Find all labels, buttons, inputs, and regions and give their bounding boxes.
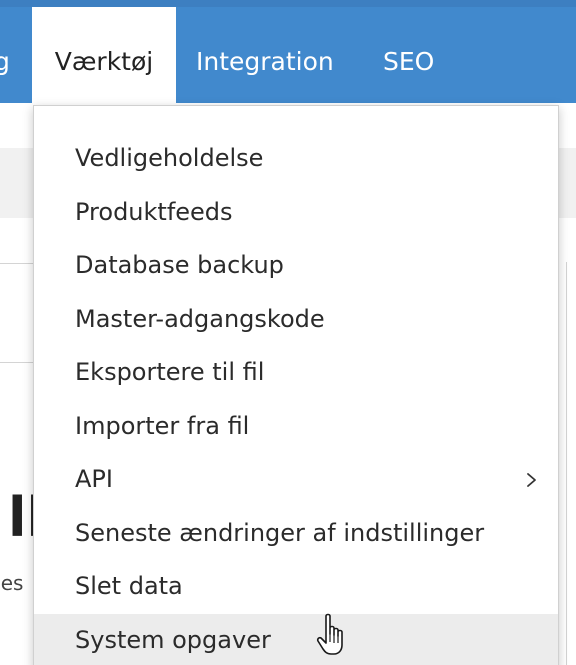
menu-item-label: Eksportere til fil bbox=[75, 358, 265, 386]
menu-item-importer-fra-fil[interactable]: Importer fra fil bbox=[34, 400, 558, 454]
menu-item-master-adgangskode[interactable]: Master-adgangskode bbox=[34, 293, 558, 347]
vaerktoj-dropdown-menu: Vedligeholdelse Produktfeeds Database ba… bbox=[33, 105, 559, 665]
menu-item-api[interactable]: API bbox=[34, 453, 558, 507]
menu-item-label: Master-adgangskode bbox=[75, 304, 325, 333]
nav-item-partial[interactable]: g bbox=[0, 7, 12, 103]
menu-item-vedligeholdelse[interactable]: Vedligeholdelse bbox=[34, 132, 558, 186]
nav-item-vaerktoj[interactable]: Værktøj bbox=[32, 7, 176, 106]
menu-item-system-opgaver[interactable]: System opgaver bbox=[34, 613, 558, 665]
menu-item-label: Slet data bbox=[75, 572, 183, 600]
menu-item-seneste-aendringer[interactable]: Seneste ændringer af indstillinger bbox=[34, 507, 558, 561]
main-navbar: g Værktøj Integration SEO bbox=[0, 7, 576, 106]
nav-item-seo[interactable]: SEO bbox=[383, 7, 434, 103]
menu-item-label: System opgaver bbox=[75, 625, 271, 654]
menu-item-label: Importer fra fil bbox=[75, 411, 250, 440]
page-heading-partial: ll bbox=[8, 488, 36, 548]
menu-item-produktfeeds[interactable]: Produktfeeds bbox=[34, 186, 558, 240]
menu-item-label: Vedligeholdelse bbox=[75, 144, 264, 172]
menu-item-slet-data[interactable]: Slet data bbox=[34, 560, 558, 614]
chevron-right-icon bbox=[524, 453, 540, 507]
screen: g Værktøj Integration SEO ll pes Vedlige… bbox=[0, 0, 576, 665]
menu-item-database-backup[interactable]: Database backup bbox=[34, 239, 558, 293]
menu-item-label: Seneste ændringer af indstillinger bbox=[75, 518, 485, 547]
nav-item-integration[interactable]: Integration bbox=[196, 7, 334, 103]
menu-item-label: Database backup bbox=[75, 251, 284, 279]
menu-item-label: Produktfeeds bbox=[75, 197, 233, 226]
page-text-partial: pes bbox=[0, 571, 24, 595]
menu-item-eksportere-til-fil[interactable]: Eksportere til fil bbox=[34, 346, 558, 400]
menu-item-label: API bbox=[75, 465, 113, 493]
page-panel-edge bbox=[566, 262, 576, 665]
top-strip bbox=[0, 0, 576, 7]
